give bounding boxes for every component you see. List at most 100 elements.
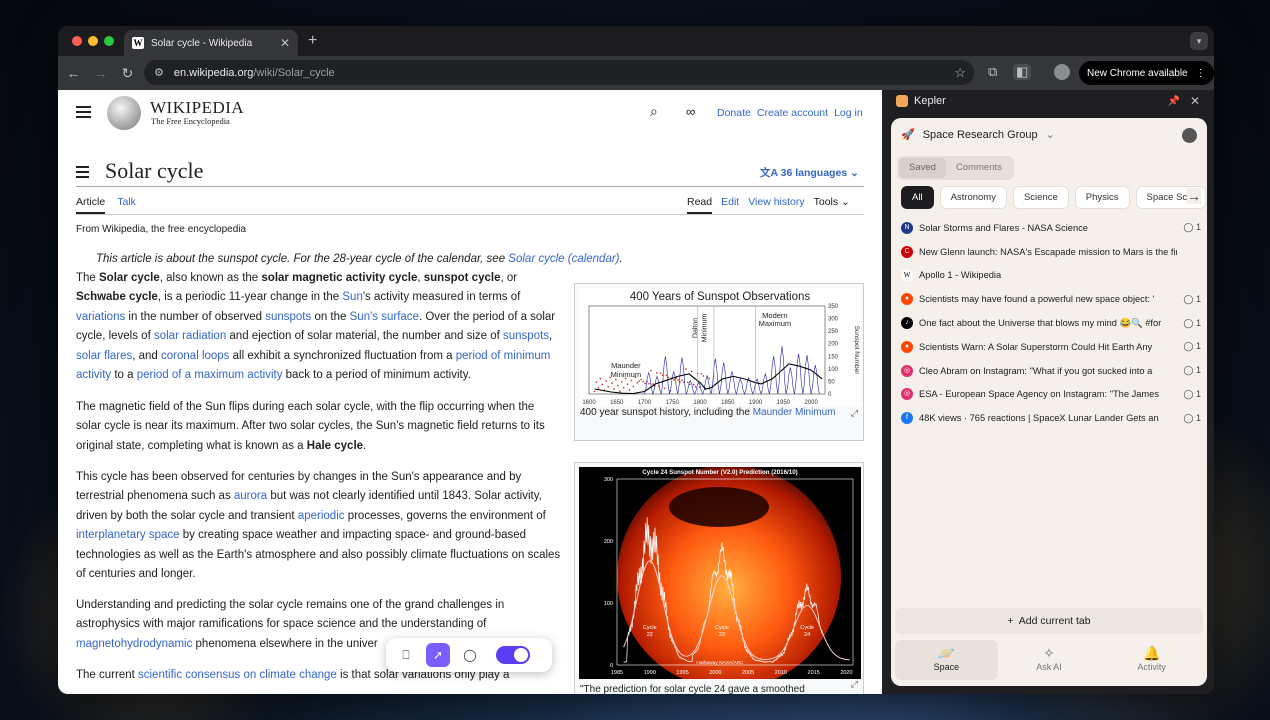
list-item[interactable]: ♪ One fact about the Universe that blows … <box>901 311 1201 335</box>
chips-scroll-right-icon[interactable]: → <box>1187 188 1201 204</box>
inline-link[interactable]: period of a maximum activity <box>137 369 283 381</box>
languages-button[interactable]: 文A 36 languages ⌄ <box>760 165 859 180</box>
inline-link[interactable]: magnetohydrodynamic <box>76 638 192 650</box>
inline-link[interactable]: solar radiation <box>154 330 226 342</box>
y-tick-label: 100 <box>828 367 839 373</box>
comment-icon[interactable]: ◯ <box>458 643 482 667</box>
extensions-icon[interactable]: ⧉ <box>988 64 997 80</box>
tab-edit[interactable]: Edit <box>721 196 739 214</box>
maunder-minimum-link[interactable]: Maunder Minimum <box>753 407 836 418</box>
group-selector[interactable]: 🚀 Space Research Group ⌄ <box>901 128 1055 142</box>
nav-ask-ai[interactable]: ✧ Ask AI <box>998 640 1101 680</box>
annotation-dalton: Minimum <box>702 314 709 343</box>
y-tick-label: 100 <box>604 601 613 607</box>
enlarge-icon[interactable]: ⤢ <box>851 408 858 419</box>
text-run: all exhibit a synchronized fluctuation f… <box>229 349 456 362</box>
pin-icon[interactable]: 📌 <box>1168 96 1180 107</box>
search-icon[interactable]: ⌕ <box>650 103 658 120</box>
address-bar[interactable]: ⚙ en.wikipedia.org/wiki/Solar_cycle ☆ <box>144 60 974 85</box>
minimize-window-button[interactable] <box>88 36 98 46</box>
inline-link[interactable]: sunspots <box>503 330 549 342</box>
nav-space[interactable]: 🪐 Space <box>895 640 998 680</box>
nav-activity[interactable]: 🔔 Activity <box>1100 640 1203 680</box>
tab-search-button[interactable]: ▾ <box>1190 32 1208 50</box>
site-info-icon[interactable]: ⚙ <box>154 66 164 79</box>
new-tab-button[interactable]: + <box>308 32 317 50</box>
inline-link[interactable]: aurora <box>234 490 267 502</box>
annotation-toggle[interactable] <box>496 646 530 664</box>
add-current-tab-button[interactable]: + Add current tab <box>895 608 1203 634</box>
inline-link[interactable]: coronal loops <box>161 350 229 362</box>
tab-article[interactable]: Article <box>76 196 106 214</box>
cursor-select-icon[interactable]: ➚ <box>426 643 450 667</box>
kebab-menu-icon[interactable]: ⋮ <box>1196 68 1206 79</box>
list-item[interactable]: ● Scientists Warn: A Solar Superstorm Cou… <box>901 335 1201 359</box>
forward-button[interactable]: → <box>87 65 114 81</box>
list-item[interactable]: ● Scientists may have found a powerful ne… <box>901 287 1201 311</box>
table-of-contents-icon[interactable] <box>76 166 89 181</box>
back-button[interactable]: ← <box>60 65 87 81</box>
wikipedia-wordmark[interactable]: WIKIPEDIA <box>150 98 244 118</box>
add-tab-label: Add current tab <box>1018 615 1091 627</box>
chip-science[interactable]: Science <box>1012 186 1069 209</box>
inline-link[interactable]: Sun <box>342 291 362 303</box>
log-in-link[interactable]: Log in <box>834 107 863 119</box>
chip-astronomy[interactable]: Astronomy <box>939 186 1007 209</box>
inline-link[interactable]: scientific consensus on climate change <box>138 669 337 681</box>
text-run: phenomena elsewhere in the univer <box>192 637 378 650</box>
group-point <box>663 387 666 390</box>
cycle-label: Cycle <box>800 625 814 631</box>
profile-avatar[interactable] <box>1054 64 1070 80</box>
tab-view-history[interactable]: View history <box>748 196 804 214</box>
list-item[interactable]: ◎ ESA - European Space Agency on Instagra… <box>901 383 1201 407</box>
bookmark-star-icon[interactable]: ☆ <box>954 65 966 81</box>
donate-link[interactable]: Donate <box>717 107 751 119</box>
group-point <box>632 385 635 388</box>
tab-talk[interactable]: Talk <box>117 196 136 214</box>
cycle24-image[interactable]: Cycle 24 Sunspot Number (V2.0) Predictio… <box>579 467 861 679</box>
inline-link[interactable]: sunspots <box>265 311 311 323</box>
appearance-icon[interactable]: ∞ <box>686 104 695 119</box>
group-name: Space Research Group <box>922 128 1038 141</box>
coronal-hole <box>669 487 769 527</box>
wikipedia-globe-logo[interactable] <box>107 96 141 130</box>
side-panel-icon[interactable]: ◧ <box>1013 64 1032 80</box>
close-panel-icon[interactable]: ✕ <box>1190 94 1200 108</box>
tab-read[interactable]: Read <box>687 196 713 214</box>
segment-saved[interactable]: Saved <box>899 158 946 178</box>
list-item[interactable]: ◎ Cleo Abram on Instagram: "What if you g… <box>901 359 1201 383</box>
inline-link[interactable]: Sun's surface <box>350 311 419 323</box>
list-item[interactable]: W Apollo 1 - Wikipedia <box>901 264 1201 288</box>
text-run: . <box>363 439 367 452</box>
bookmark-icon[interactable]: ⎕ <box>394 643 418 667</box>
group-point <box>708 377 711 379</box>
maximize-window-button[interactable] <box>104 36 114 46</box>
inline-link[interactable]: solar flares <box>76 350 132 362</box>
chrome-update-button[interactable]: New Chrome available ⋮ <box>1079 61 1214 85</box>
chip-physics[interactable]: Physics <box>1074 186 1130 209</box>
bell-icon: 🔔 <box>1142 645 1161 661</box>
user-avatar[interactable] <box>1182 128 1197 143</box>
close-window-button[interactable] <box>72 36 82 46</box>
list-item[interactable]: C New Glenn launch: NASA's Escapade missi… <box>901 240 1201 264</box>
view-tabs: Read Edit View history Tools ⌄ <box>687 196 850 214</box>
wikipedia-icon: W <box>901 269 913 282</box>
tab-tools[interactable]: Tools ⌄ <box>814 196 850 214</box>
inline-link[interactable]: interplanetary space <box>76 529 180 541</box>
hatnote-link[interactable]: Solar cycle (calendar) <box>508 253 619 265</box>
list-item[interactable]: f 48K views · 765 reactions | SpaceX Luna… <box>901 406 1201 430</box>
inline-link[interactable]: aperiodic <box>298 510 345 522</box>
close-tab-icon[interactable]: ✕ <box>280 36 290 50</box>
segment-comments[interactable]: Comments <box>946 158 1012 178</box>
create-account-link[interactable]: Create account <box>757 107 828 119</box>
reload-button[interactable]: ↻ <box>114 65 141 82</box>
inline-link[interactable]: variations <box>76 311 125 323</box>
enlarge-icon[interactable]: ⤢ <box>851 679 858 690</box>
main-menu-icon[interactable] <box>76 106 91 121</box>
sunspot-chart-svg: 400 Years of Sunspot Observations1600 165… <box>582 291 860 406</box>
chip-all[interactable]: All <box>901 186 934 209</box>
sunspot-chart[interactable]: 400 Years of Sunspot Observations 1600 165… <box>579 288 861 406</box>
y-tick-label: 350 <box>828 304 839 310</box>
tab-solar-cycle[interactable]: W Solar cycle - Wikipedia ✕ <box>124 30 298 56</box>
list-item[interactable]: N Solar Storms and Flares - NASA Science ◯… <box>901 216 1201 240</box>
